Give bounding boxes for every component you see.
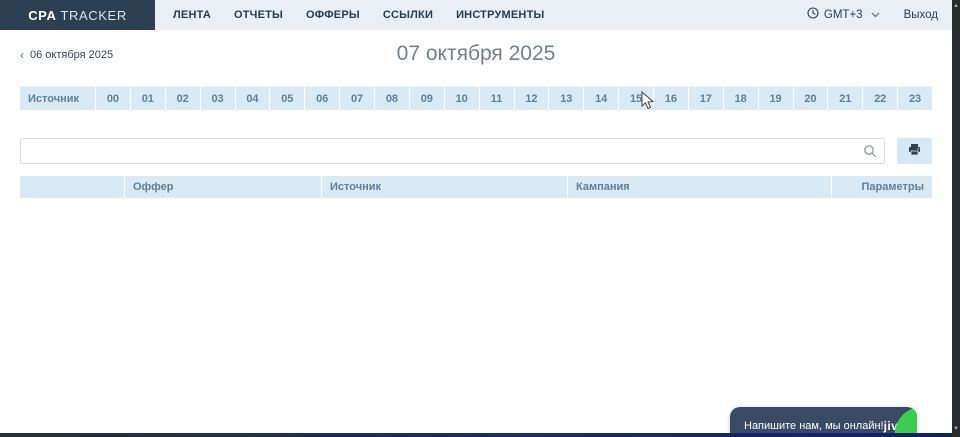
hour-col-05[interactable]: 05 [270,87,305,110]
timezone-selector[interactable]: GMT+3 [807,6,880,24]
chevron-left-icon: ‹ [20,48,24,62]
hour-col-23[interactable]: 23 [898,87,932,110]
search-toolbar [20,138,932,164]
hour-col-21[interactable]: 21 [828,87,863,110]
hour-col-00[interactable]: 00 [96,87,131,110]
date-nav: ‹ 06 октября 2025 07 октября 2025 [0,30,952,78]
search-icon [863,144,877,158]
hour-col-20[interactable]: 20 [794,87,829,110]
app-logo[interactable]: CPA TRACKER [0,0,155,30]
hour-col-09[interactable]: 09 [410,87,445,110]
chat-message: Напишите нам, мы онлайн! [730,420,884,432]
vertical-scrollbar[interactable]: ▲ ▼ [952,0,960,437]
bottom-edge-bar [0,433,960,437]
hour-col-11[interactable]: 11 [480,87,515,110]
nav-item-ssylki[interactable]: ССЫЛКИ [383,9,433,21]
printer-icon [908,143,921,159]
report-col-empty [20,176,125,198]
nav-item-offery[interactable]: ОФФЕРЫ [306,9,360,21]
nav-item-lenta[interactable]: ЛЕНТА [173,9,211,21]
hour-col-17[interactable]: 17 [689,87,724,110]
hour-col-10[interactable]: 10 [445,87,480,110]
search-input[interactable] [20,138,885,164]
timezone-label: GMT+3 [824,9,863,21]
prev-day-label: 06 октября 2025 [30,49,113,61]
prev-day-link[interactable]: ‹ 06 октября 2025 [20,48,113,62]
hour-col-07[interactable]: 07 [340,87,375,110]
logout-button[interactable]: Выход [904,9,938,21]
report-col-params[interactable]: Параметры [832,176,932,198]
scroll-down-icon[interactable]: ▼ [952,424,960,434]
hour-col-08[interactable]: 08 [375,87,410,110]
page-title: 07 октября 2025 [0,30,952,66]
report-header-row: Оффер Источник Кампания Параметры [20,176,932,198]
page: CPA TRACKER ЛЕНТА ОТЧЕТЫ ОФФЕРЫ ССЫЛКИ И… [0,0,960,437]
report-col-campaign[interactable]: Кампания [568,176,832,198]
hour-col-04[interactable]: 04 [236,87,271,110]
hour-col-14[interactable]: 14 [584,87,619,110]
hours-header-row: Источник 00 01 02 03 04 05 06 07 08 09 1… [20,86,932,110]
hour-col-19[interactable]: 19 [759,87,794,110]
hour-col-18[interactable]: 18 [724,87,759,110]
logo-cpa: CPA [28,8,56,23]
clock-icon [807,6,819,24]
print-button[interactable] [897,138,932,164]
hour-col-01[interactable]: 01 [131,87,166,110]
scroll-up-icon[interactable]: ▲ [952,1,960,11]
hour-col-12[interactable]: 12 [515,87,550,110]
report-col-source[interactable]: Источник [322,176,568,198]
hour-col-22[interactable]: 22 [863,87,898,110]
logo-tracker: TRACKER [60,8,126,23]
nav-item-otchety[interactable]: ОТЧЕТЫ [234,9,283,21]
main-menu: ЛЕНТА ОТЧЕТЫ ОФФЕРЫ ССЫЛКИ ИНСТРУМЕНТЫ [173,0,544,30]
hour-col-15[interactable]: 15 [619,87,654,110]
chevron-down-icon [871,10,880,20]
hour-col-16[interactable]: 16 [654,87,689,110]
hour-col-06[interactable]: 06 [305,87,340,110]
top-navbar: CPA TRACKER ЛЕНТА ОТЧЕТЫ ОФФЕРЫ ССЫЛКИ И… [0,0,952,30]
hour-col-13[interactable]: 13 [549,87,584,110]
hour-col-03[interactable]: 03 [201,87,236,110]
report-col-offer[interactable]: Оффер [125,176,322,198]
nav-item-instrumenty[interactable]: ИНСТРУМЕНТЫ [456,9,544,21]
hour-col-02[interactable]: 02 [166,87,201,110]
hours-col-source[interactable]: Источник [20,87,96,110]
